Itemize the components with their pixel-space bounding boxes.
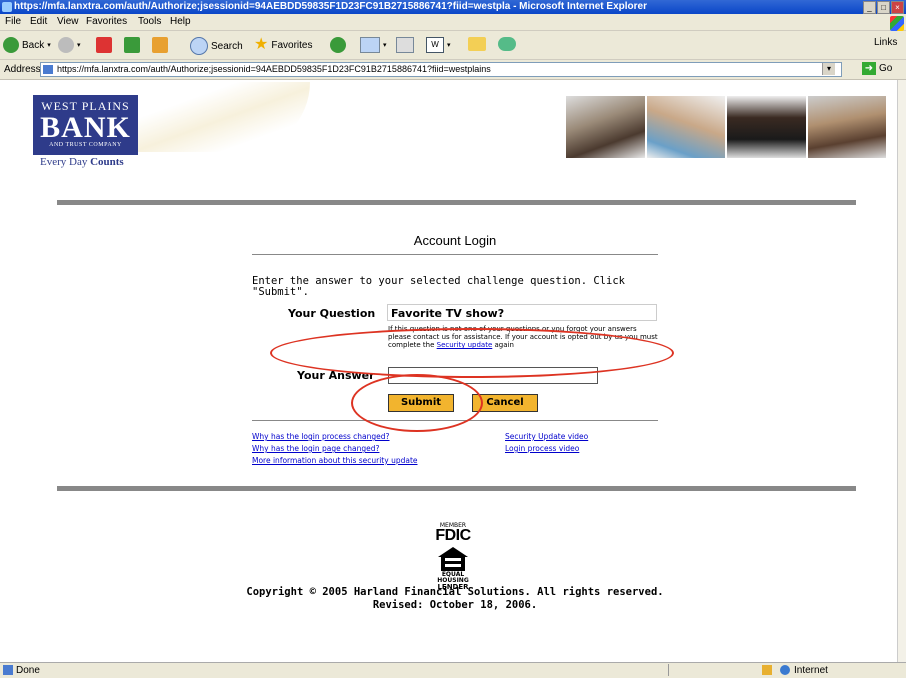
photo-girl — [727, 96, 806, 158]
home-button[interactable] — [152, 37, 168, 53]
refresh-icon — [124, 37, 140, 53]
status-text: Done — [16, 665, 40, 676]
word-icon: W — [426, 37, 444, 53]
stop-button[interactable] — [96, 37, 112, 53]
window-controls: _ □ × — [863, 1, 904, 14]
mail-button[interactable]: ▾ — [360, 37, 387, 53]
tagline-prefix: Every Day — [40, 156, 91, 168]
folder-button[interactable] — [468, 37, 486, 51]
title-divider — [252, 254, 658, 255]
window-title: https://mfa.lanxtra.com/auth/Authorize;j… — [14, 1, 647, 12]
question-value: Favorite TV show? — [387, 304, 657, 321]
stop-icon — [96, 37, 112, 53]
revised-date: Revised: October 18, 2006. — [372, 599, 538, 611]
photo-man — [566, 96, 645, 158]
go-arrow-icon: ➜ — [862, 62, 876, 75]
vertical-scrollbar[interactable] — [897, 80, 906, 662]
edit-button[interactable]: W ▾ — [426, 37, 451, 53]
history-button[interactable] — [330, 37, 346, 53]
messenger-icon — [498, 37, 516, 51]
star-icon: ★ — [254, 36, 269, 53]
address-url: https://mfa.lanxtra.com/auth/Authorize;j… — [57, 64, 491, 74]
security-update-video-link[interactable]: Security Update video — [505, 432, 588, 441]
back-button[interactable]: Back ▾ — [3, 37, 51, 53]
photo-woman — [646, 96, 725, 158]
lock-icon — [762, 665, 772, 675]
windows-logo-icon — [890, 16, 904, 31]
menu-help[interactable]: Help — [170, 16, 191, 27]
login-process-video-link[interactable]: Login process video — [505, 444, 579, 453]
chevron-down-icon: ▾ — [447, 42, 451, 49]
answer-annotation-ellipse — [270, 328, 674, 378]
menu-file[interactable]: File — [5, 16, 21, 27]
login-instructions: Enter the answer to your selected challe… — [252, 275, 625, 298]
history-icon — [330, 37, 346, 53]
ie-icon — [2, 2, 12, 12]
forward-arrow-icon — [58, 37, 74, 53]
favorites-button[interactable]: ★ Favorites — [254, 37, 312, 53]
forward-button[interactable]: ▾ — [58, 37, 81, 53]
equal-housing-icon — [438, 547, 468, 571]
bank-tagline: Every Day Counts — [40, 156, 124, 168]
status-panels — [668, 664, 759, 676]
favorites-label: Favorites — [271, 39, 313, 51]
page-viewport: WEST PLAINS BANK AND TRUST COMPANY Every… — [0, 80, 898, 662]
maximize-button[interactable]: □ — [877, 1, 890, 14]
toolbar: Back ▾ ▾ Search ★ Favorites ▾ W ▾ Links — [0, 31, 906, 60]
search-button[interactable]: Search — [190, 37, 243, 55]
page-title: Account Login — [413, 233, 497, 248]
home-icon — [152, 37, 168, 53]
tagline-bold: Counts — [90, 156, 124, 168]
header-photos — [566, 96, 886, 158]
zone-label: Internet — [794, 665, 828, 676]
menu-tools[interactable]: Tools — [138, 16, 161, 27]
bank-logo[interactable]: WEST PLAINS BANK AND TRUST COMPANY — [33, 95, 138, 155]
photo-graduates — [807, 96, 886, 158]
menu-view[interactable]: View — [57, 16, 79, 27]
address-label: Address — [4, 64, 41, 75]
logo-line2: BANK — [40, 111, 131, 144]
back-arrow-icon — [3, 37, 19, 53]
links-label: Links — [874, 37, 898, 48]
globe-icon — [780, 665, 790, 675]
login-page-changed-link[interactable]: Why has the login page changed? — [252, 444, 379, 453]
bottom-divider — [57, 486, 856, 491]
mail-icon — [360, 37, 380, 53]
close-button[interactable]: × — [891, 1, 904, 14]
address-bar: Address https://mfa.lanxtra.com/auth/Aut… — [0, 60, 906, 80]
copyright-text: Copyright © 2005 Harland Financial Solut… — [246, 586, 664, 598]
print-icon — [396, 37, 414, 53]
address-dropdown-icon[interactable]: ▾ — [822, 63, 835, 75]
security-info-link[interactable]: More information about this security upd… — [252, 456, 418, 465]
back-label: Back — [22, 39, 45, 51]
messenger-button[interactable] — [498, 37, 516, 51]
submit-annotation-ellipse — [351, 374, 483, 432]
folder-icon — [468, 37, 486, 51]
refresh-button[interactable] — [124, 37, 140, 53]
links-button[interactable]: Links — [874, 37, 897, 48]
menu-edit[interactable]: Edit — [30, 16, 47, 27]
top-divider — [57, 200, 856, 205]
menu-bar: File Edit View Favorites Tools Help — [0, 14, 906, 31]
page-icon — [43, 65, 53, 74]
search-icon — [190, 37, 208, 55]
minimize-button[interactable]: _ — [863, 1, 876, 14]
print-button[interactable] — [396, 37, 414, 53]
go-button[interactable]: ➜ Go — [862, 62, 892, 75]
search-label: Search — [211, 40, 243, 52]
question-label: Your Question — [288, 307, 376, 320]
login-process-changed-link[interactable]: Why has the login process changed? — [252, 432, 390, 441]
address-input[interactable]: https://mfa.lanxtra.com/auth/Authorize;j… — [40, 62, 842, 77]
window-titlebar: https://mfa.lanxtra.com/auth/Authorize;j… — [0, 0, 906, 14]
status-bar: Done Internet — [0, 662, 906, 678]
fdic-logo: FDIC — [435, 527, 471, 544]
chevron-down-icon: ▾ — [77, 42, 81, 49]
menu-favorites[interactable]: Favorites — [86, 16, 127, 27]
go-label: Go — [879, 63, 893, 74]
chevron-down-icon: ▾ — [47, 42, 51, 49]
page-done-icon — [3, 665, 13, 675]
chevron-down-icon: ▾ — [383, 42, 387, 49]
